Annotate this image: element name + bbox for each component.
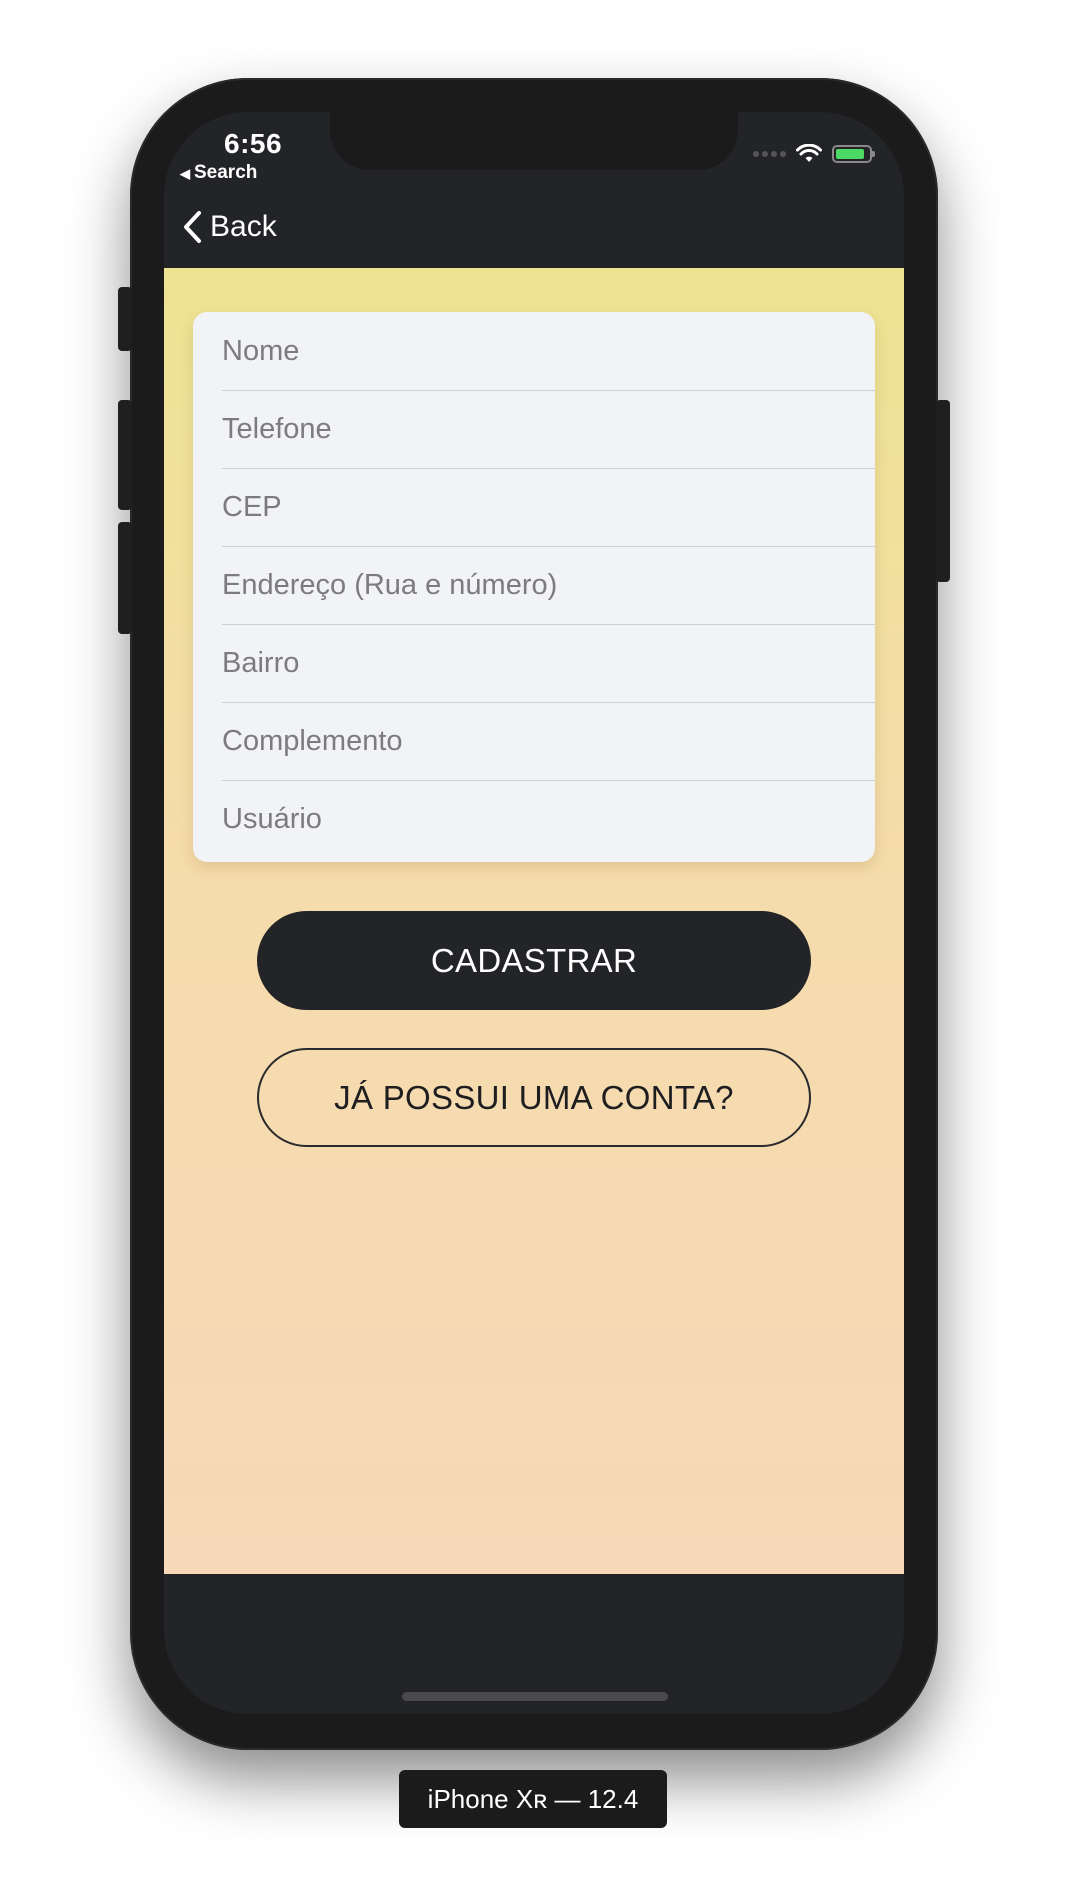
wifi-icon <box>796 144 822 162</box>
registration-content: Nome Telefone CEP Endereço (Rua e número… <box>164 268 904 1574</box>
notch <box>330 112 738 170</box>
address-field[interactable]: Endereço (Rua e número) <box>222 546 875 625</box>
already-have-account-button[interactable]: JÁ POSSUI UMA CONTA? <box>257 1048 811 1147</box>
back-label: Back <box>210 210 277 243</box>
status-back-app-label: Search <box>194 162 258 183</box>
battery-charging-icon <box>832 145 875 163</box>
registration-form: Nome Telefone CEP Endereço (Rua e número… <box>193 312 875 862</box>
cellular-signal-icon <box>753 151 786 157</box>
silent-switch <box>118 287 132 351</box>
back-triangle-icon: ◀ <box>180 166 190 181</box>
device-label: iPhone Xʀ — 12.4 <box>399 1770 667 1828</box>
home-indicator[interactable] <box>402 1692 668 1701</box>
chevron-left-icon <box>184 211 201 243</box>
neighborhood-field[interactable]: Bairro <box>222 624 875 703</box>
volume-up-button <box>118 400 132 510</box>
volume-down-button <box>118 522 132 634</box>
complement-field[interactable]: Complemento <box>222 702 875 781</box>
username-field[interactable]: Usuário <box>222 780 875 858</box>
back-button[interactable]: Back <box>182 210 277 244</box>
status-indicators <box>753 144 875 164</box>
power-button <box>936 400 950 582</box>
status-back-to-app[interactable]: ◀ Search <box>180 162 257 184</box>
register-button[interactable]: CADASTRAR <box>257 911 811 1010</box>
status-time: 6:56 <box>224 128 283 159</box>
cep-field[interactable]: CEP <box>222 468 875 547</box>
name-field[interactable]: Nome <box>222 312 875 391</box>
phone-field[interactable]: Telefone <box>222 390 875 469</box>
device-screen: 6:56 ◀ Search Back Nome Telefone CEP Ende… <box>164 112 904 1714</box>
